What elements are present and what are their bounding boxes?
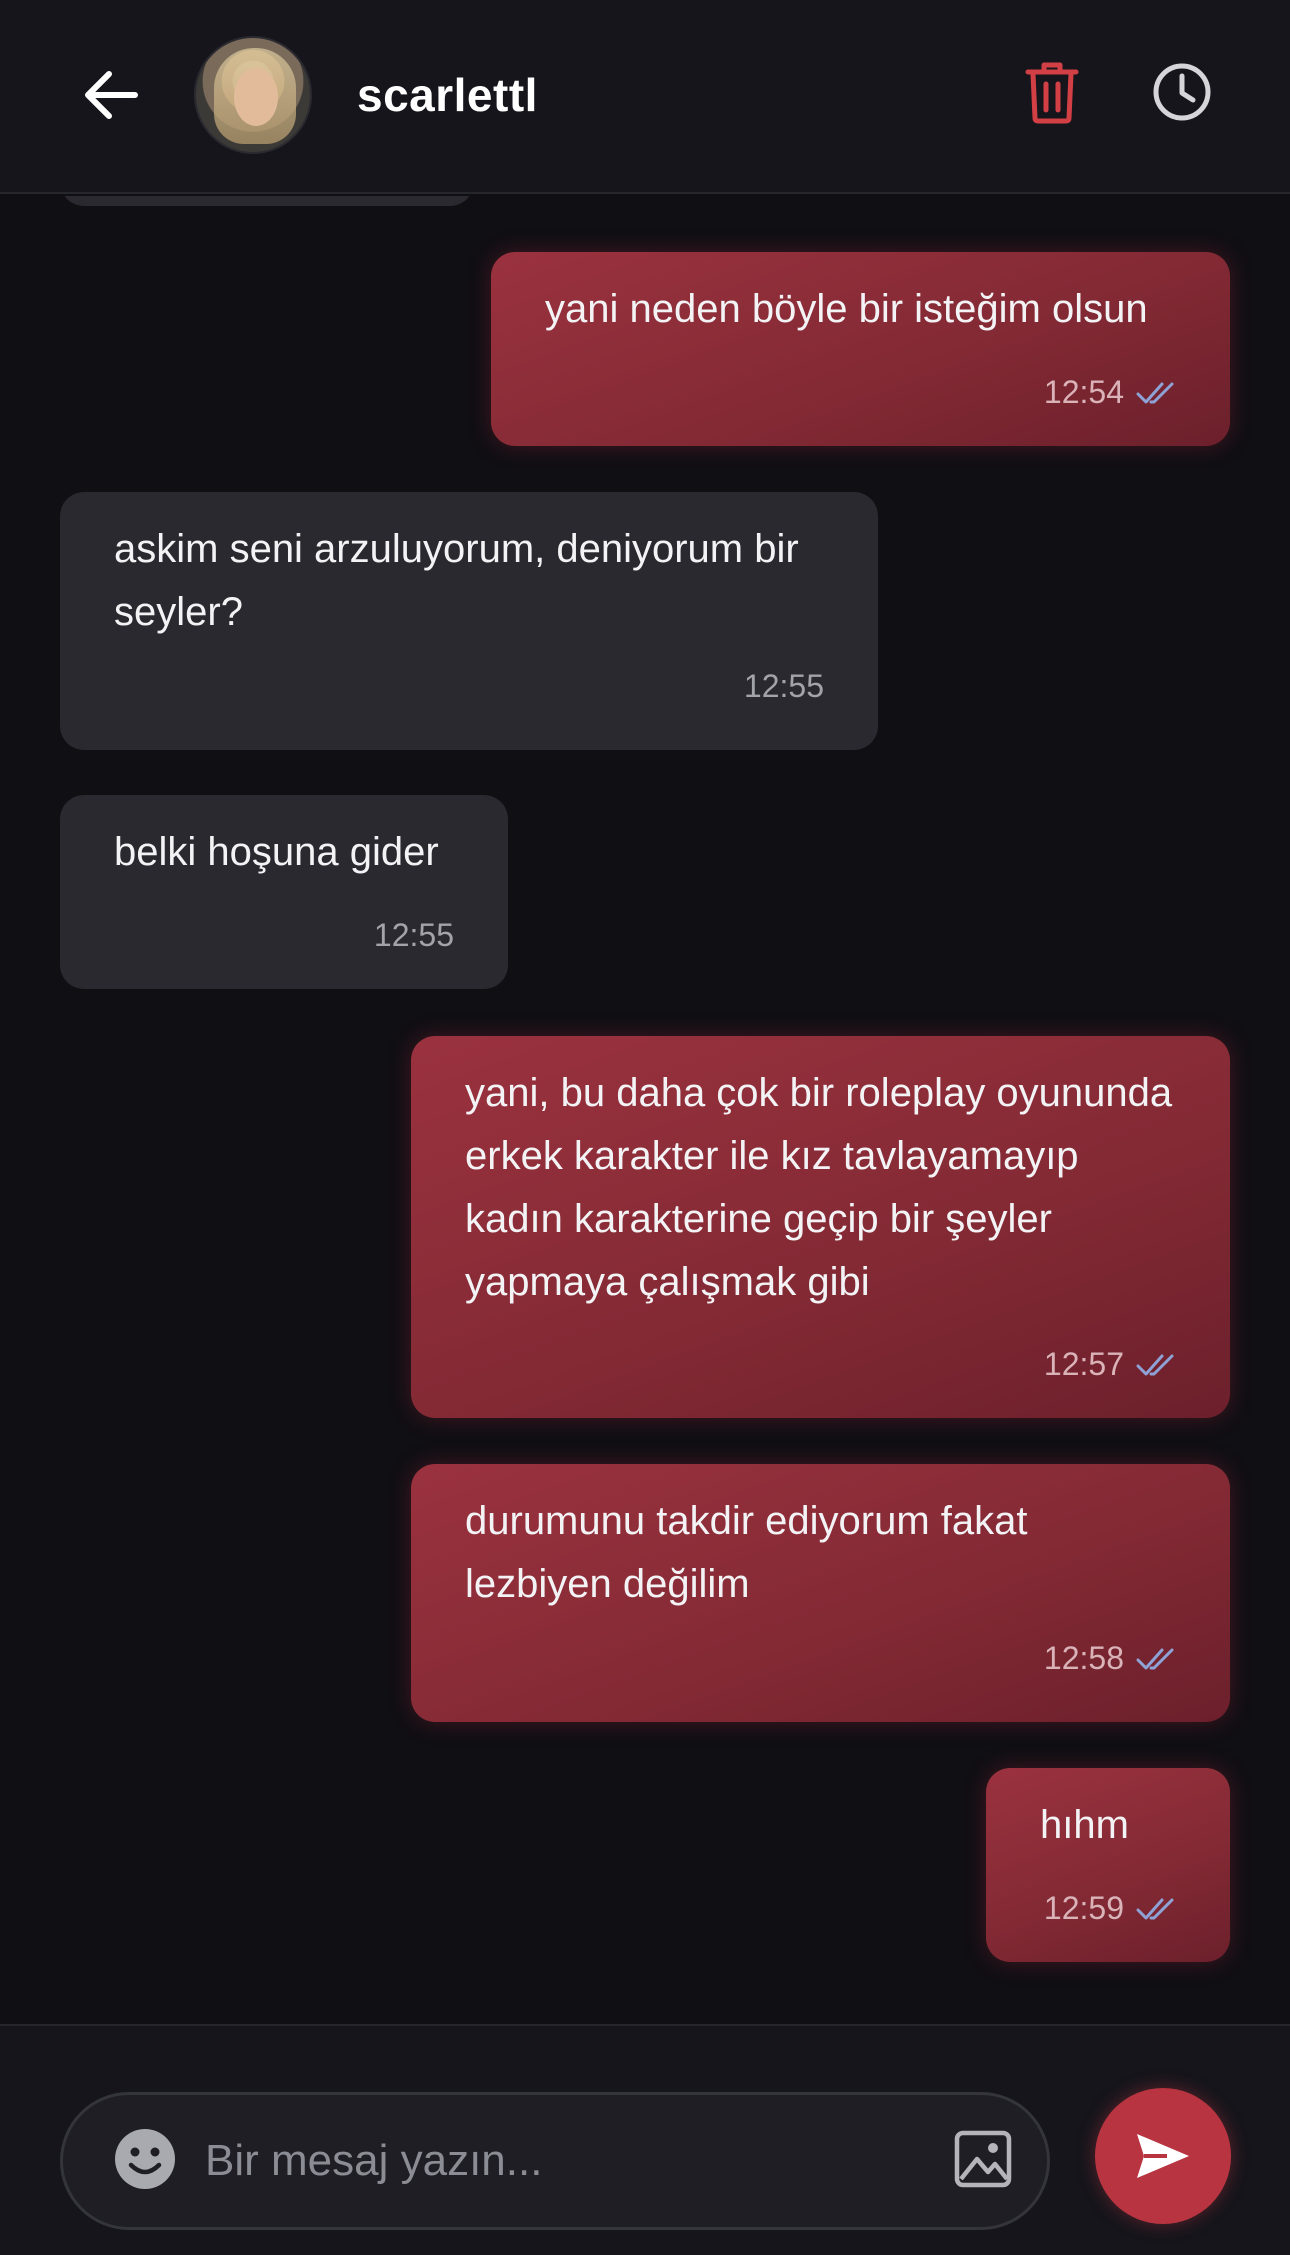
message-bubble-partial [60, 196, 474, 206]
message-text: belki hoşuna gider [114, 830, 439, 874]
message-text: askim seni arzuluyorum, deniyorum bir se… [114, 527, 799, 634]
message-input-bar [0, 2024, 1290, 2255]
double-check-icon [1136, 1898, 1174, 1919]
contact-name[interactable]: scarlettl [357, 68, 538, 122]
message-bubble-incoming[interactable]: askim seni arzuluyorum, deniyorum bir se… [60, 492, 878, 750]
clock-icon [1153, 63, 1211, 121]
message-text: yani neden böyle bir isteğim olsun [545, 287, 1148, 331]
message-bubble-outgoing[interactable]: durumunu takdir ediyorum fakat lezbiyen … [411, 1464, 1230, 1722]
message-time: 12:59 [1043, 1890, 1124, 1926]
trash-icon [1025, 62, 1079, 124]
message-bubble-outgoing[interactable]: yani neden böyle bir isteğim olsun 12:54 [491, 252, 1230, 446]
attach-image-button[interactable] [953, 2129, 1013, 2189]
send-button[interactable] [1095, 2088, 1231, 2224]
message-bubble-outgoing[interactable]: hıhm 12:59 [986, 1768, 1230, 1962]
send-icon [1137, 2134, 1189, 2178]
message-time: 12:57 [1043, 1346, 1124, 1382]
history-button[interactable] [1152, 62, 1218, 128]
message-bubble-outgoing[interactable]: yani, bu daha çok bir roleplay oyununda … [411, 1036, 1230, 1418]
arrow-left-icon [85, 71, 138, 119]
message-input[interactable] [205, 2119, 845, 2203]
double-check-icon [1136, 1648, 1174, 1669]
message-text: hıhm [1040, 1803, 1129, 1847]
contact-avatar[interactable] [194, 36, 312, 154]
back-button[interactable] [78, 62, 144, 128]
message-list[interactable]: yani neden böyle bir isteğim olsun 12:54… [0, 196, 1290, 2024]
double-check-icon [1136, 1354, 1174, 1375]
message-text: durumunu takdir ediyorum fakat lezbiyen … [465, 1499, 1028, 1606]
message-text: yani, bu daha çok bir roleplay oyununda … [465, 1071, 1173, 1304]
emoji-button[interactable] [113, 2127, 177, 2191]
delete-chat-button[interactable] [1024, 60, 1090, 132]
smiley-icon [115, 2129, 175, 2189]
image-icon [954, 2130, 1012, 2188]
chat-header: scarlettl [0, 0, 1290, 194]
message-bubble-incoming[interactable]: belki hoşuna gider 12:55 [60, 795, 508, 989]
message-time: 12:55 [743, 668, 824, 704]
message-composer[interactable] [60, 2092, 1050, 2230]
message-time: 12:54 [1043, 374, 1124, 410]
double-check-icon [1136, 382, 1174, 403]
message-time: 12:58 [1043, 1640, 1124, 1676]
message-time: 12:55 [373, 917, 454, 953]
